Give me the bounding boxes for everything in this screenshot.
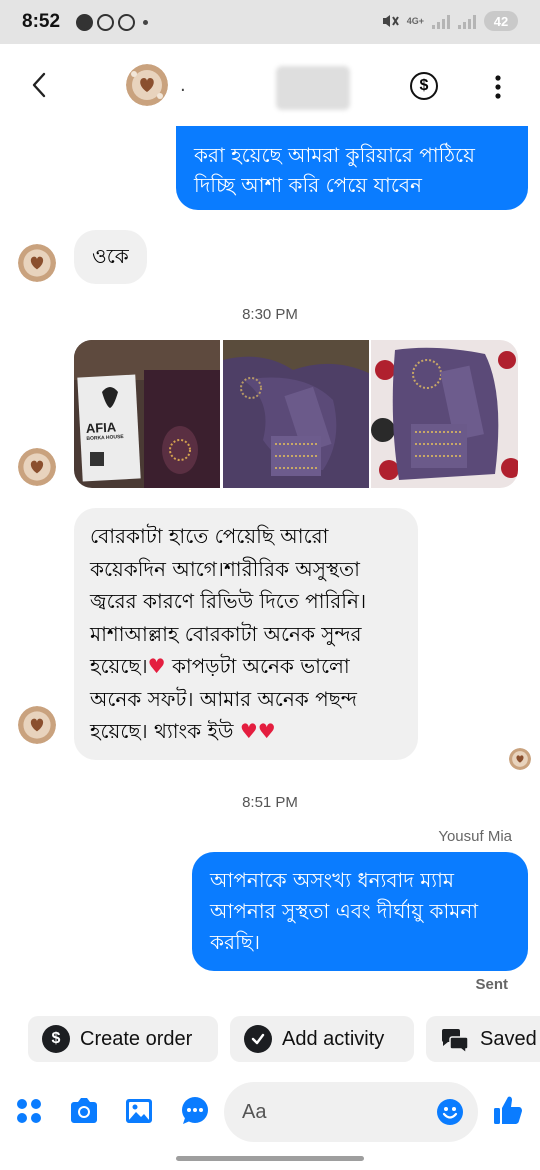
incoming-message[interactable]: ওকে (74, 230, 147, 284)
sender-avatar[interactable] (18, 448, 56, 486)
contact-name[interactable]: · (180, 80, 186, 101)
chevron-left-icon (32, 72, 46, 98)
incoming-message[interactable]: বোরকাটা হাতে পেয়েছি আরো কয়েকদিন আগে।শা… (74, 508, 418, 760)
seen-by-avatar (509, 748, 531, 770)
message-input-placeholder: Aa (242, 1101, 267, 1123)
signal-strength-icon-2 (458, 13, 476, 29)
home-indicator[interactable] (176, 1156, 364, 1161)
camera-button[interactable] (68, 1096, 98, 1126)
status-bar: 8:52 4G+ 42 (0, 0, 540, 44)
outgoing-message[interactable]: করা হয়েছে আমরা কুরিয়ারে পাঠিয়ে দিচ্ছি… (176, 126, 528, 210)
sync-notification-icon-2 (118, 14, 135, 31)
message-text-line: কয়েকদিন আগে।শারীরিক অসুস্থতা (90, 556, 360, 581)
redacted-name-blur (276, 66, 350, 110)
quick-actions-bar: $ Create order Add activity Saved (0, 1014, 540, 1064)
outgoing-message[interactable]: আপনাকে অসংখ্য ধন্যবাদ ম্যাম আপনার সুস্থত… (192, 852, 528, 971)
sender-avatar[interactable] (18, 706, 56, 744)
timestamp: 8:30 PM (242, 306, 298, 323)
conversation-header: · $ (0, 44, 540, 126)
status-time: 8:52 (22, 11, 61, 32)
photo-attachment[interactable]: AFIA BORKA HOUSE (74, 340, 221, 488)
message-line-with-hearts: হয়েছে। থ্যাংক ইউ ♥♥ (90, 715, 402, 748)
like-button[interactable] (492, 1094, 524, 1126)
payment-button[interactable]: $ (410, 72, 438, 100)
message-text-line: জ্বরের কারণে রিভিউ দিতে পারিনি। (90, 589, 367, 613)
smiley-icon (437, 1099, 463, 1125)
dollar-icon: $ (419, 77, 429, 94)
mute-icon (381, 13, 399, 29)
grid-dots-icon (17, 1099, 41, 1123)
message-text-line: বোরকাটা হাতে পেয়েছি আরো (90, 524, 329, 548)
add-activity-button[interactable]: Add activity (230, 1016, 414, 1062)
chat-bubble-dots-icon (182, 1097, 208, 1124)
create-order-button[interactable]: $ Create order (28, 1016, 218, 1062)
message-text-line: করছি। (210, 930, 260, 954)
battery-indicator: 42 (484, 11, 518, 31)
saved-replies-icon (440, 1025, 470, 1055)
timestamp: 8:51 PM (242, 794, 298, 811)
message-text-line: মাশাআল্লাহ বোরকাটা অনেক সুন্দর (90, 621, 362, 646)
quick-reply-button[interactable] (180, 1096, 210, 1126)
message-text-line: অনেক সফট। আমার অনেক পছন্দ (90, 686, 357, 711)
signal-strength-icon (432, 13, 450, 29)
emoji-button[interactable] (436, 1098, 464, 1126)
saved-replies-label: Saved (480, 1027, 537, 1050)
message-line-with-heart: হয়েছে।♥ কাপড়টা অনেক ভালো (90, 650, 402, 683)
message-text-line: করা হয়েছে আমরা কুরিয়ারে পাঠিয়ে (194, 143, 475, 167)
photo-attachment[interactable] (222, 340, 370, 488)
photo-attachment[interactable] (371, 340, 518, 488)
message-text-fragment: কাপড়টা অনেক ভালো (171, 654, 350, 678)
more-options-button[interactable] (488, 72, 508, 102)
message-text-line: আপনার সুস্থতা এবং দীর্ঘায়ু কামনা (210, 899, 479, 923)
heart-emoji: ♥ (239, 719, 258, 743)
notification-icons (76, 14, 148, 31)
checkmark-icon (244, 1025, 272, 1053)
message-text-fragment: হয়েছে। (90, 654, 148, 678)
sent-status: Sent (475, 976, 508, 993)
message-text-line: আপনাকে অসংখ্য ধন্যবাদ ম্যাম (210, 868, 455, 892)
gallery-button[interactable] (124, 1096, 154, 1126)
saved-replies-button[interactable]: Saved (426, 1016, 540, 1062)
more-vertical-icon (495, 75, 501, 99)
message-input[interactable]: Aa (224, 1082, 478, 1142)
brand-label: AFIA BORKA HOUSE (85, 419, 123, 442)
dollar-icon: $ (42, 1025, 70, 1053)
heart-emoji: ♥ (257, 719, 276, 743)
messenger-notification-icon (76, 14, 93, 31)
photo-attachments[interactable]: AFIA BORKA HOUSE (74, 340, 518, 488)
image-icon (126, 1099, 152, 1123)
back-button[interactable] (26, 68, 56, 102)
create-order-label: Create order (80, 1027, 193, 1050)
message-text-fragment: হয়েছে। থ্যাংক ইউ (90, 719, 234, 743)
camera-icon (71, 1098, 97, 1123)
contact-avatar[interactable] (126, 64, 168, 106)
sender-avatar[interactable] (18, 244, 56, 282)
system-icons: 4G+ 42 (381, 11, 518, 31)
menu-grid-button[interactable] (14, 1096, 44, 1126)
sync-notification-icon (97, 14, 114, 31)
sender-name: Yousuf Mia (438, 828, 512, 845)
more-notifications-dot-icon (143, 20, 148, 25)
message-text-line: দিচ্ছি আশা করি পেয়ে যাবেন (194, 173, 422, 197)
message-composer: Aa (0, 1076, 540, 1146)
heart-emoji: ♥ (147, 654, 166, 678)
network-type-label: 4G+ (406, 15, 424, 26)
thumbs-up-icon (494, 1096, 522, 1124)
message-list[interactable]: করা হয়েছে আমরা কুরিয়ারে পাঠিয়ে দিচ্ছি… (0, 126, 540, 1006)
add-activity-label: Add activity (282, 1027, 385, 1050)
